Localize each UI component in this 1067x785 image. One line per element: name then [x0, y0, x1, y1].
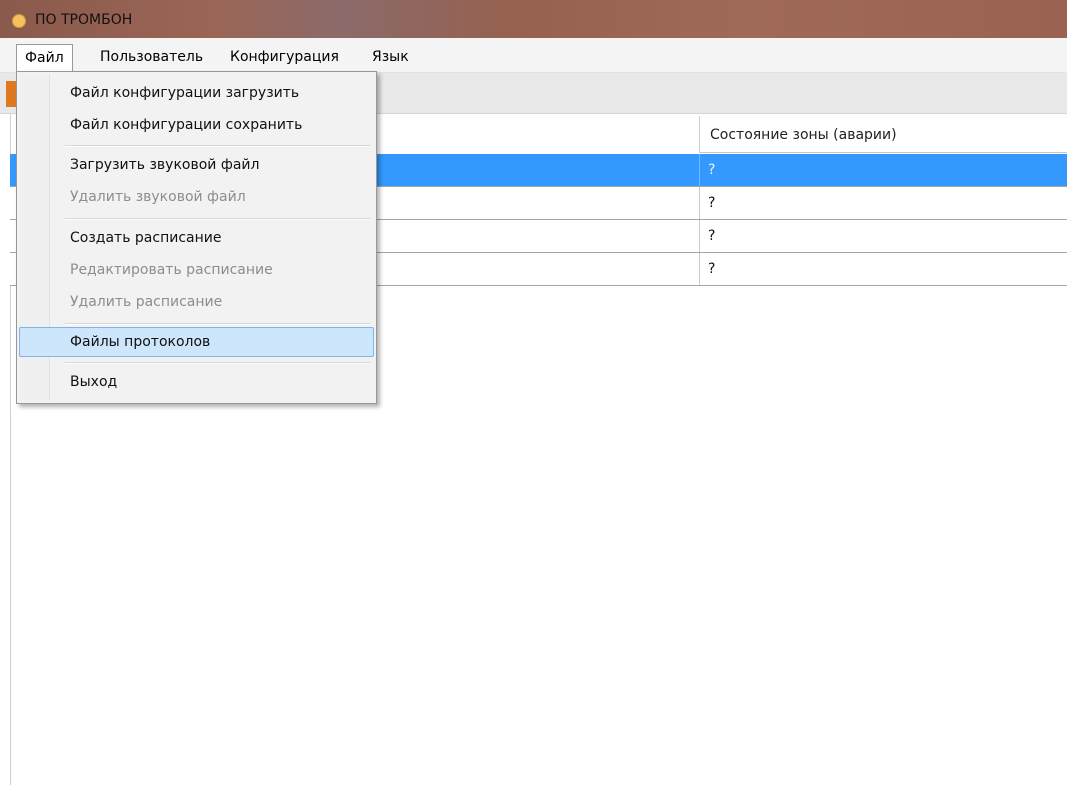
menu-bar: Файл Пользователь Конфигурация Язык — [0, 38, 1067, 73]
menu-item-delete-sound[interactable]: Удалить звуковой файл — [19, 182, 374, 212]
column-header-zone-state[interactable]: Состояние зоны (аварии) — [699, 116, 1067, 153]
menu-item-exit[interactable]: Выход — [19, 367, 374, 397]
menu-item-label: Загрузить звуковой файл — [70, 157, 260, 173]
menu-item-load-sound[interactable]: Загрузить звуковой файл — [19, 150, 374, 180]
zone-state-cell[interactable]: ? — [699, 253, 1067, 285]
menu-item-label: Удалить расписание — [70, 294, 223, 310]
menu-item-label: Файл конфигурации загрузить — [70, 85, 300, 101]
zone-state-value: ? — [708, 261, 716, 277]
zone-state-cell[interactable]: ? — [699, 154, 1067, 186]
zone-state-cell[interactable]: ? — [699, 187, 1067, 219]
zone-state-cell[interactable]: ? — [699, 220, 1067, 252]
menu-separator — [65, 145, 370, 147]
menu-item-log-files[interactable]: Файлы протоколов — [19, 327, 374, 357]
zone-state-value: ? — [708, 228, 716, 244]
menu-item-label: Файл конфигурации сохранить — [70, 117, 303, 133]
menu-separator — [65, 218, 370, 220]
menu-item-label: Файлы протоколов — [70, 334, 211, 350]
menu-item-label: Создать расписание — [70, 230, 222, 246]
menu-item-edit-schedule[interactable]: Редактировать расписание — [19, 255, 374, 285]
menu-item-label: Редактировать расписание — [70, 262, 273, 278]
menu-configuration[interactable]: Конфигурация — [222, 44, 347, 71]
zone-state-value: ? — [708, 195, 716, 211]
menu-language[interactable]: Язык — [364, 44, 417, 71]
zone-state-value: ? — [708, 162, 716, 178]
menu-item-label: Удалить звуковой файл — [70, 189, 246, 205]
menu-item-load-config[interactable]: Файл конфигурации загрузить — [19, 78, 374, 108]
menu-item-save-config[interactable]: Файл конфигурации сохранить — [19, 110, 374, 140]
app-icon — [12, 14, 26, 28]
column-header-label: Состояние зоны (аварии) — [710, 127, 897, 143]
title-bar: ПО ТРОМБОН — [0, 0, 1067, 38]
menu-user[interactable]: Пользователь — [92, 44, 211, 71]
menu-item-label: Выход — [70, 374, 118, 390]
menu-file[interactable]: Файл — [16, 44, 73, 71]
file-dropdown-menu: Файл конфигурации загрузить Файл конфигу… — [16, 71, 377, 404]
menu-separator — [65, 323, 370, 325]
menu-item-delete-schedule[interactable]: Удалить расписание — [19, 287, 374, 317]
menu-separator — [65, 362, 370, 364]
menu-item-create-schedule[interactable]: Создать расписание — [19, 223, 374, 253]
window-title: ПО ТРОМБОН — [35, 12, 133, 28]
